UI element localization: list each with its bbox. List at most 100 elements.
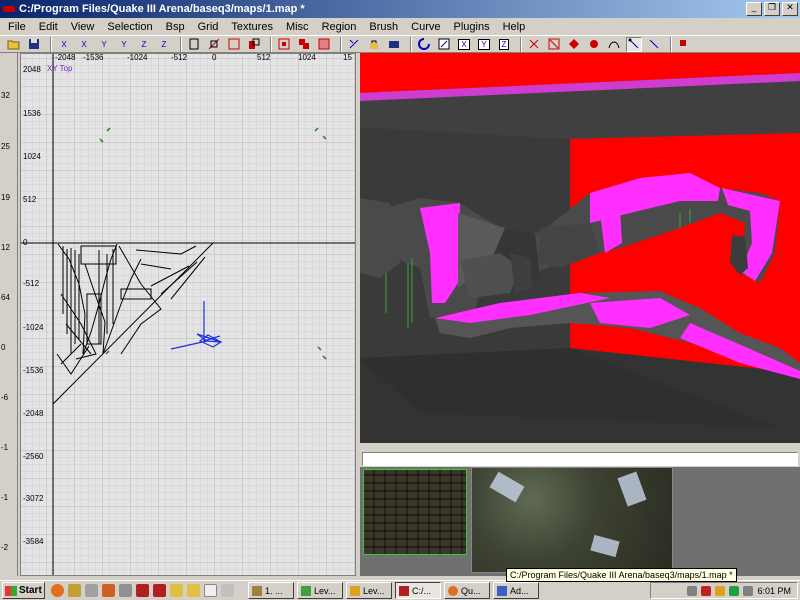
title-bar[interactable]: C:/Program Files/Quake III Arena/baseq3/… — [0, 0, 800, 18]
change-view-icon[interactable] — [416, 37, 432, 52]
warning-icon[interactable] — [715, 585, 726, 596]
menu-bsp[interactable]: Bsp — [166, 21, 185, 33]
window-controls: _ ❐ ✕ — [746, 2, 798, 16]
start-button[interactable]: Start — [2, 582, 45, 599]
firefox-icon[interactable] — [51, 584, 64, 597]
view-y-button[interactable]: Y — [476, 37, 492, 52]
rotate-x-icon[interactable]: X — [76, 37, 92, 52]
clipper-icon[interactable] — [346, 37, 362, 52]
menu-brush[interactable]: Brush — [369, 21, 398, 33]
menu-curve[interactable]: Curve — [411, 21, 440, 33]
volume-icon[interactable] — [743, 585, 754, 596]
menu-file[interactable]: File — [8, 21, 26, 33]
app-quick-icon[interactable] — [221, 584, 234, 597]
clock[interactable]: 6:01 PM — [757, 586, 791, 596]
flip-z-label: Z — [141, 39, 147, 49]
windows-logo-icon — [5, 585, 17, 596]
radiant-icon[interactable] — [136, 584, 149, 597]
taskbar-task[interactable]: Lev... — [297, 582, 343, 599]
y-tick: -1536 — [23, 366, 44, 375]
radiant-icon[interactable] — [153, 584, 166, 597]
entity-icon[interactable] — [586, 37, 602, 52]
xy-grid-canvas[interactable]: -2048 -1536 -1024 -512 0 512 1024 15 XY … — [21, 54, 356, 576]
app-quick-icon[interactable] — [85, 584, 98, 597]
main-toolbar: X X Y Y Z Z X Y Z — [0, 35, 800, 53]
menu-edit[interactable]: Edit — [39, 21, 58, 33]
open-icon[interactable] — [6, 37, 22, 52]
printer-icon[interactable] — [687, 585, 698, 596]
z-tick: 0 — [1, 343, 6, 352]
texture-lock-icon[interactable] — [366, 37, 382, 52]
horizontal-splitter[interactable] — [360, 443, 800, 451]
folder-icon[interactable] — [187, 584, 200, 597]
rotate-z-icon[interactable]: Z — [156, 37, 172, 52]
network-icon[interactable] — [729, 585, 740, 596]
folder-icon[interactable] — [170, 584, 183, 597]
texture-thumbnail-selected[interactable] — [471, 467, 673, 573]
menu-view[interactable]: View — [71, 21, 95, 33]
flip-z-icon[interactable]: Z — [136, 37, 152, 52]
menu-textures[interactable]: Textures — [231, 21, 273, 33]
taskbar-task[interactable]: Ad... — [493, 582, 539, 599]
save-icon[interactable] — [26, 37, 42, 52]
toolbar-separator — [410, 36, 412, 52]
drag-edge-icon[interactable] — [646, 37, 662, 52]
taskbar-task-active[interactable]: C:/... — [395, 582, 441, 599]
patch-icon[interactable] — [566, 37, 582, 52]
view-z-button[interactable]: Z — [496, 37, 512, 52]
tray-icon[interactable] — [701, 585, 712, 596]
view-label: XY Top — [47, 64, 73, 73]
select-inside-icon[interactable] — [226, 37, 242, 52]
camera-icon[interactable] — [386, 37, 402, 52]
app-quick-icon[interactable] — [119, 584, 132, 597]
app-icon[interactable] — [2, 2, 16, 16]
size-to-fit-icon[interactable] — [206, 37, 222, 52]
menu-region[interactable]: Region — [322, 21, 357, 33]
restore-button[interactable]: ❐ — [764, 2, 780, 16]
z-view-ruler[interactable]: 32 25 19 12 64 0 -6 -1 -1 -2 — [0, 53, 18, 576]
view-axis-button[interactable] — [436, 37, 452, 52]
taskbar-task[interactable]: 1. ... — [248, 582, 294, 599]
task-icon — [448, 585, 458, 596]
start-label: Start — [19, 585, 42, 596]
hollow-icon[interactable] — [316, 37, 332, 52]
select-touching-icon[interactable] — [246, 37, 262, 52]
menu-grid[interactable]: Grid — [198, 21, 219, 33]
flip-y-icon[interactable]: Y — [96, 37, 112, 52]
complete-tall-icon[interactable] — [186, 37, 202, 52]
menu-misc[interactable]: Misc — [286, 21, 309, 33]
taskbar-task[interactable]: Qu... — [444, 582, 490, 599]
cubic-clip-icon[interactable] — [526, 37, 542, 52]
drag-vertex-icon[interactable] — [626, 36, 642, 52]
flip-x-icon[interactable]: X — [56, 37, 72, 52]
scale-icon[interactable] — [676, 37, 692, 52]
close-button[interactable]: ✕ — [782, 2, 798, 16]
x-tick: 15 — [343, 54, 352, 62]
toolbar-separator — [50, 36, 52, 52]
task-label: C:/... — [412, 585, 432, 596]
menu-help[interactable]: Help — [503, 21, 526, 33]
bend-icon[interactable] — [606, 37, 622, 52]
camera-canvas[interactable] — [360, 53, 800, 443]
texture-browser[interactable] — [360, 467, 800, 576]
document-icon[interactable] — [204, 584, 217, 597]
task-label: Ad... — [510, 585, 529, 596]
app-quick-icon[interactable] — [68, 584, 81, 597]
menu-selection[interactable]: Selection — [107, 21, 152, 33]
y-tick: -2560 — [23, 452, 44, 461]
menu-plugins[interactable]: Plugins — [454, 21, 490, 33]
csg-subtract-icon[interactable] — [276, 37, 292, 52]
y-tick: -512 — [23, 279, 40, 288]
minimize-button[interactable]: _ — [746, 2, 762, 16]
view-x-button[interactable]: X — [456, 37, 472, 52]
camera-view[interactable] — [360, 53, 800, 443]
view-y-label: Y — [478, 38, 490, 50]
app-quick-icon[interactable] — [102, 584, 115, 597]
texture-filter-input[interactable] — [362, 452, 798, 466]
rotate-y-icon[interactable]: Y — [116, 37, 132, 52]
csg-merge-icon[interactable] — [296, 37, 312, 52]
xy-top-view[interactable]: -2048 -1536 -1024 -512 0 512 1024 15 XY … — [20, 53, 356, 576]
filter-icon[interactable] — [546, 37, 562, 52]
taskbar-task[interactable]: Lev... — [346, 582, 392, 599]
texture-thumbnail[interactable] — [363, 469, 467, 555]
